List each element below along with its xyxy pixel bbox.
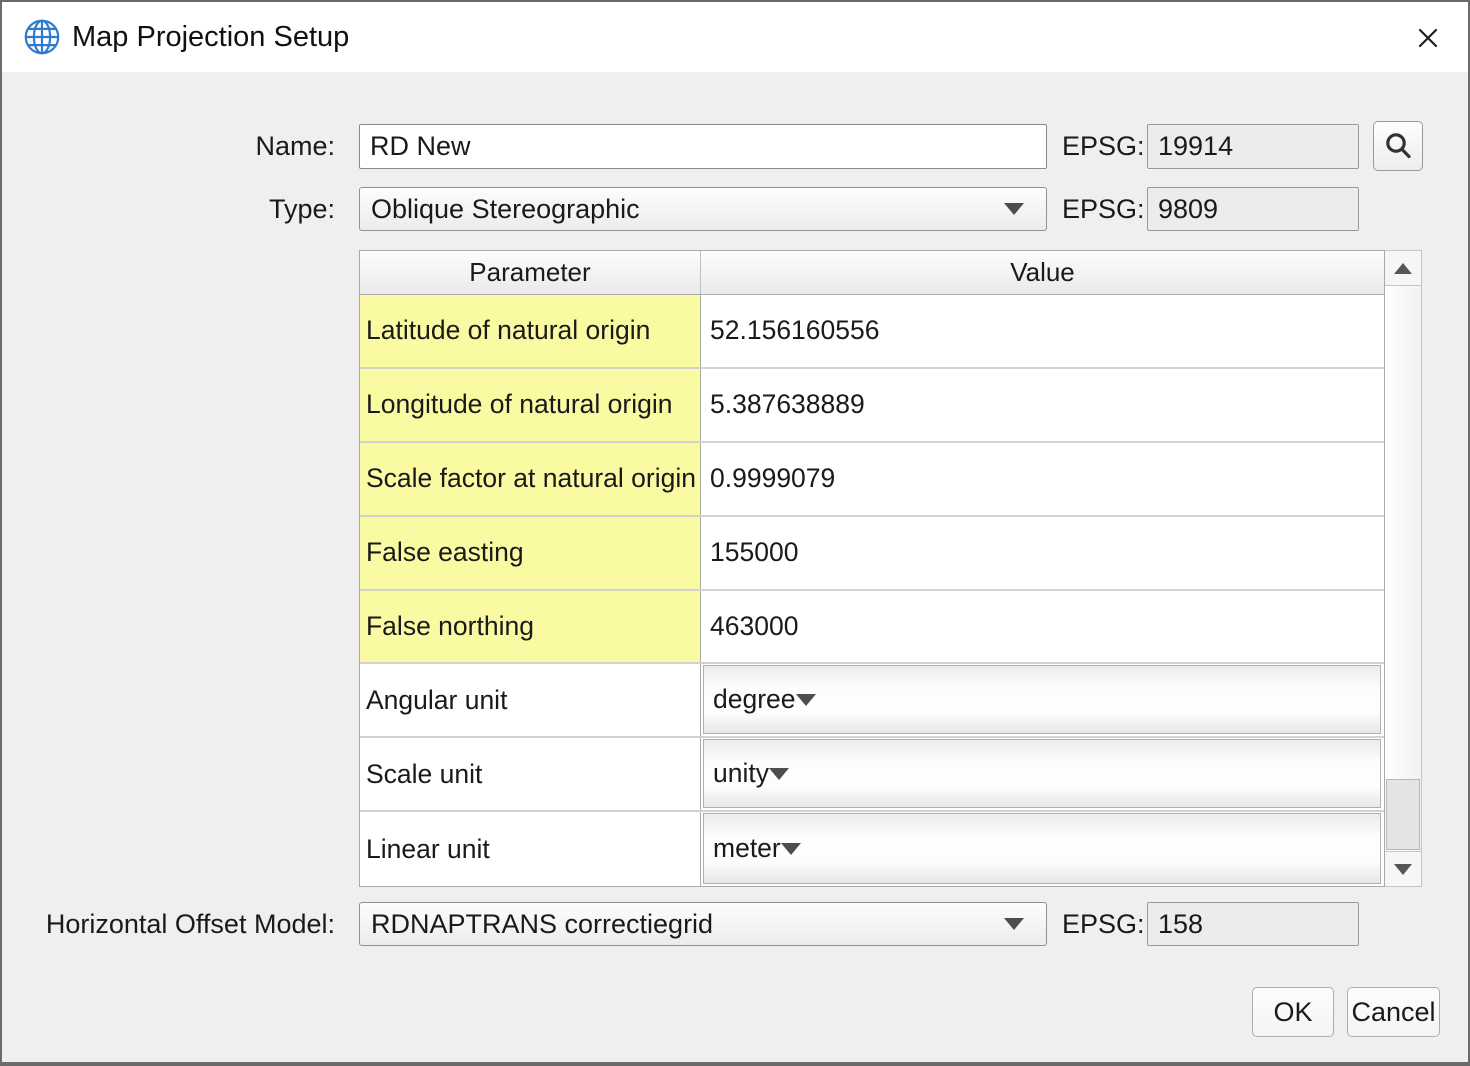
close-button[interactable]: [1408, 18, 1448, 58]
unit-dropdown-value: meter: [713, 833, 781, 864]
type-epsg-field: [1147, 187, 1359, 231]
header-parameter: Parameter: [360, 251, 701, 294]
parameter-cell[interactable]: Latitude of natural origin: [360, 295, 701, 367]
value-cell: unity: [701, 738, 1384, 810]
value-cell[interactable]: 155000: [701, 517, 1384, 589]
offset-epsg-label: EPSG:: [1062, 902, 1145, 947]
chevron-down-icon: [1004, 203, 1024, 215]
cancel-button[interactable]: Cancel: [1347, 987, 1440, 1037]
type-epsg-label: EPSG:: [1062, 187, 1145, 232]
chevron-down-icon: [1394, 864, 1412, 875]
value-cell[interactable]: 0.9999079: [701, 443, 1384, 515]
table-row: Scale unit unity: [360, 738, 1384, 812]
chevron-down-icon: [781, 843, 801, 855]
scrollbar-up-button[interactable]: [1385, 251, 1421, 286]
unit-dropdown[interactable]: meter: [703, 813, 1381, 884]
value-cell[interactable]: 463000: [701, 591, 1384, 663]
parameter-cell[interactable]: Linear unit: [360, 812, 701, 886]
close-icon: [1413, 23, 1443, 53]
dialog-title: Map Projection Setup: [72, 21, 349, 54]
value-cell: meter: [701, 812, 1384, 886]
table-row: False easting155000: [360, 517, 1384, 591]
epsg-search-button[interactable]: [1373, 121, 1423, 171]
map-projection-setup-dialog: Map Projection Setup Name: EPSG: Type: O…: [0, 0, 1470, 1066]
name-input[interactable]: [359, 124, 1047, 169]
table-row: Angular unit degree: [360, 664, 1384, 738]
chevron-up-icon: [1394, 263, 1412, 274]
chevron-down-icon: [1004, 918, 1024, 930]
unit-dropdown[interactable]: unity: [703, 739, 1381, 808]
type-dropdown-value: Oblique Stereographic: [371, 194, 1004, 225]
name-epsg-label: EPSG:: [1062, 124, 1145, 169]
parameter-cell[interactable]: Scale unit: [360, 738, 701, 810]
parameter-cell[interactable]: Angular unit: [360, 664, 701, 736]
chevron-down-icon: [796, 694, 816, 706]
offset-model-label: Horizontal Offset Model:: [2, 902, 335, 947]
header-value: Value: [701, 251, 1384, 294]
title-bar: Map Projection Setup: [2, 2, 1468, 72]
table-header: Parameter Value: [360, 251, 1384, 295]
scrollbar-thumb[interactable]: [1386, 779, 1420, 850]
offset-model-dropdown[interactable]: RDNAPTRANS correctiegrid: [359, 902, 1047, 946]
value-cell[interactable]: 5.387638889: [701, 369, 1384, 441]
name-label: Name:: [2, 124, 335, 169]
table-row: Longitude of natural origin5.387638889: [360, 369, 1384, 443]
value-cell[interactable]: 52.156160556: [701, 295, 1384, 367]
parameter-cell[interactable]: False northing: [360, 591, 701, 663]
name-epsg-field: [1147, 124, 1359, 169]
table-row: Linear unit meter: [360, 812, 1384, 886]
search-icon: [1382, 130, 1414, 162]
type-dropdown[interactable]: Oblique Stereographic: [359, 187, 1047, 231]
parameter-table-body: Latitude of natural origin52.156160556Lo…: [360, 295, 1384, 886]
parameter-cell[interactable]: False easting: [360, 517, 701, 589]
parameter-cell[interactable]: Longitude of natural origin: [360, 369, 701, 441]
chevron-down-icon: [769, 768, 789, 780]
offset-model-value: RDNAPTRANS correctiegrid: [371, 909, 1004, 940]
unit-dropdown-value: degree: [713, 684, 796, 715]
parameter-table: Parameter Value Latitude of natural orig…: [359, 250, 1422, 887]
scrollbar-down-button[interactable]: [1385, 851, 1421, 886]
table-row: Latitude of natural origin52.156160556: [360, 295, 1384, 369]
type-label: Type:: [2, 187, 335, 232]
table-row: False northing463000: [360, 591, 1384, 665]
table-scrollbar[interactable]: [1385, 250, 1422, 887]
parameter-cell[interactable]: Scale factor at natural origin: [360, 443, 701, 515]
table-row: Scale factor at natural origin0.9999079: [360, 443, 1384, 517]
value-cell: degree: [701, 664, 1384, 736]
offset-epsg-field: [1147, 902, 1359, 946]
unit-dropdown-value: unity: [713, 758, 769, 789]
parameter-table-content: Parameter Value Latitude of natural orig…: [359, 250, 1385, 887]
ok-button[interactable]: OK: [1252, 987, 1334, 1037]
unit-dropdown[interactable]: degree: [703, 665, 1381, 734]
globe-icon: [21, 16, 63, 58]
